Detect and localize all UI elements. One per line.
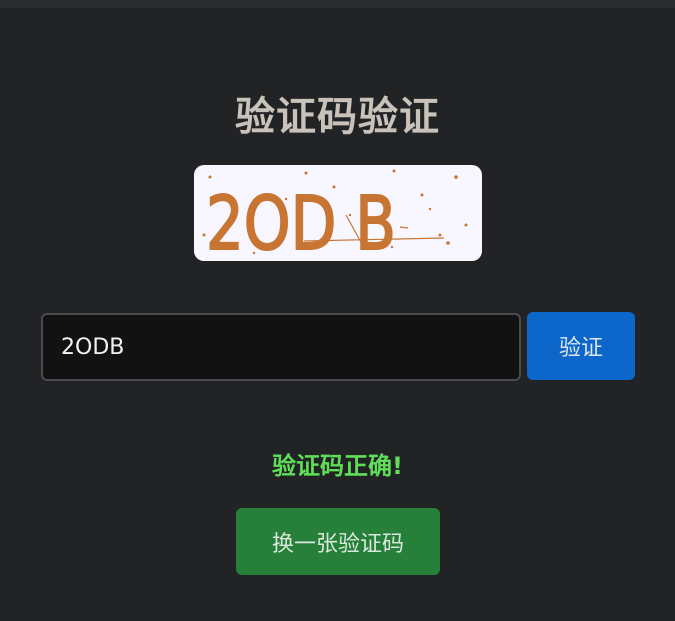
captcha-input[interactable]: [41, 313, 521, 381]
captcha-image: 2OD B: [194, 165, 482, 261]
captcha-page: 验证码验证 2OD B 2ODB 验证 验证码正确! 换一张验证码: [0, 0, 675, 621]
verify-button[interactable]: 验证: [527, 312, 635, 380]
page-title: 验证码验证: [235, 94, 440, 140]
captcha-code-text: 2OD B: [206, 181, 396, 261]
refresh-captcha-button[interactable]: 换一张验证码: [236, 508, 440, 575]
captcha-graphic: 2OD B: [202, 169, 468, 261]
verification-status: 验证码正确!: [272, 452, 403, 480]
top-bar: [0, 0, 675, 8]
